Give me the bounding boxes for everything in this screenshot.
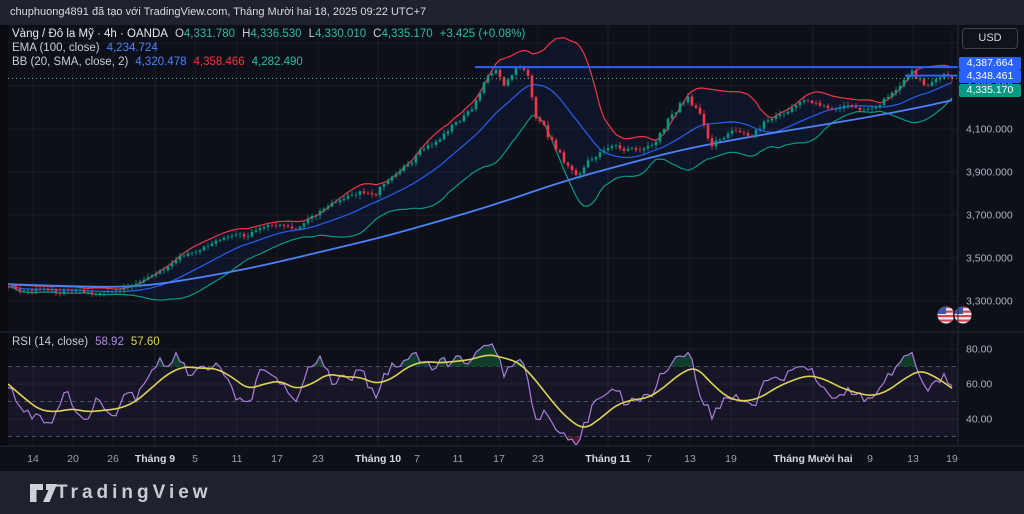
svg-text:3,300.000: 3,300.000 <box>966 296 1013 308</box>
svg-text:14: 14 <box>27 453 39 465</box>
tradingview-logo-text[interactable]: TradingView <box>56 471 212 514</box>
svg-text:19: 19 <box>725 453 737 465</box>
bb-legend-row[interactable]: BB (20, SMA, close, 2) 4,320.478 4,358.4… <box>12 55 525 69</box>
currency-toggle-button[interactable]: USD <box>962 28 1018 49</box>
svg-text:23: 23 <box>312 453 324 465</box>
svg-text:5: 5 <box>192 453 198 465</box>
symbol-title[interactable]: Vàng / Đô la Mỹ · 4h · OANDA <box>12 28 168 40</box>
attribution-text: chuphuong4891 đã tạo với TradingView.com… <box>10 6 426 18</box>
open-label: O4,331.780 <box>175 28 235 40</box>
symbol-legend-row[interactable]: Vàng / Đô la Mỹ · 4h · OANDA O4,331.780 … <box>12 27 525 41</box>
svg-text:13: 13 <box>907 453 919 465</box>
ema-legend-row[interactable]: EMA (100, close) 4,234.724 <box>12 41 525 55</box>
svg-text:11: 11 <box>232 453 243 465</box>
svg-text:7: 7 <box>414 453 420 465</box>
bb-lower-value: 4,282.490 <box>252 56 303 68</box>
svg-text:3,700.000: 3,700.000 <box>966 210 1013 222</box>
svg-text:17: 17 <box>493 453 505 465</box>
rsi-ma-value: 57.60 <box>131 336 160 348</box>
pane-left-margin <box>0 25 8 446</box>
svg-text:7: 7 <box>646 453 652 465</box>
high-value: 4,336.530 <box>250 28 301 40</box>
svg-text:26: 26 <box>107 453 119 465</box>
bb-label: BB (20, SMA, close, 2) <box>12 56 128 68</box>
rsi-legend-row[interactable]: RSI (14, close) 58.92 57.60 <box>12 335 160 349</box>
svg-text:3,900.000: 3,900.000 <box>966 167 1013 179</box>
high-label: H4,336.530 <box>242 28 301 40</box>
close-label: C4,335.170 <box>373 28 432 40</box>
symbol-pair-flags-icon <box>937 305 973 325</box>
bb-upper-value: 4,358.466 <box>194 56 245 68</box>
main-legend: Vàng / Đô la Mỹ · 4h · OANDA O4,331.780 … <box>12 27 525 69</box>
svg-text:60.00: 60.00 <box>966 379 992 391</box>
chart-region[interactable]: 4,300.0004,100.0003,900.0003,700.0003,50… <box>0 25 1024 471</box>
svg-text:20: 20 <box>67 453 79 465</box>
svg-text:40.00: 40.00 <box>966 414 992 426</box>
svg-text:Tháng Mười hai: Tháng Mười hai <box>773 453 852 465</box>
attribution-bar: chuphuong4891 đã tạo với TradingView.com… <box>0 0 1024 25</box>
footer-bar: TradingView <box>0 471 1024 514</box>
svg-text:80.00: 80.00 <box>966 344 992 356</box>
svg-text:17: 17 <box>271 453 283 465</box>
main-pane <box>7 38 958 301</box>
time-axis-labels[interactable]: 14 20 26 Tháng 9 5 11 17 23 Tháng 10 7 11 17 23 Tháng… <box>27 453 958 465</box>
rsi-pane <box>8 344 958 445</box>
price-badge-line-2: 4,348.461 <box>959 70 1021 83</box>
change-value: +3.425 (+0.08%) <box>440 28 526 40</box>
ema-value: 4,234.724 <box>107 42 158 54</box>
svg-text:3,500.000: 3,500.000 <box>966 253 1013 265</box>
low-label: L4,330.010 <box>309 28 367 40</box>
svg-text:Tháng 10: Tháng 10 <box>355 453 401 465</box>
close-value: 4,335.170 <box>381 28 432 40</box>
svg-text:11: 11 <box>453 453 464 465</box>
rsi-label: RSI (14, close) <box>12 336 88 348</box>
svg-text:Tháng 11: Tháng 11 <box>585 453 631 465</box>
svg-text:19: 19 <box>946 453 958 465</box>
tradingview-snapshot: chuphuong4891 đã tạo với TradingView.com… <box>0 0 1024 514</box>
rsi-value: 58.92 <box>95 336 124 348</box>
svg-text:23: 23 <box>532 453 544 465</box>
svg-text:9: 9 <box>867 453 873 465</box>
price-axis-labels[interactable]: 4,300.0004,100.0003,900.0003,700.0003,50… <box>966 81 1013 426</box>
low-value: 4,330.010 <box>315 28 366 40</box>
price-badge-last: 4,335.170 <box>959 84 1021 97</box>
svg-text:Tháng 9: Tháng 9 <box>135 453 175 465</box>
svg-text:13: 13 <box>684 453 696 465</box>
price-chart-canvas[interactable]: 4,300.0004,100.0003,900.0003,700.0003,50… <box>0 25 1024 471</box>
bb-basis-value: 4,320.478 <box>135 56 186 68</box>
price-badge-line-1: 4,387.664 <box>959 57 1021 70</box>
ema-label: EMA (100, close) <box>12 42 100 54</box>
svg-text:4,100.000: 4,100.000 <box>966 124 1013 136</box>
open-value: 4,331.780 <box>184 28 235 40</box>
